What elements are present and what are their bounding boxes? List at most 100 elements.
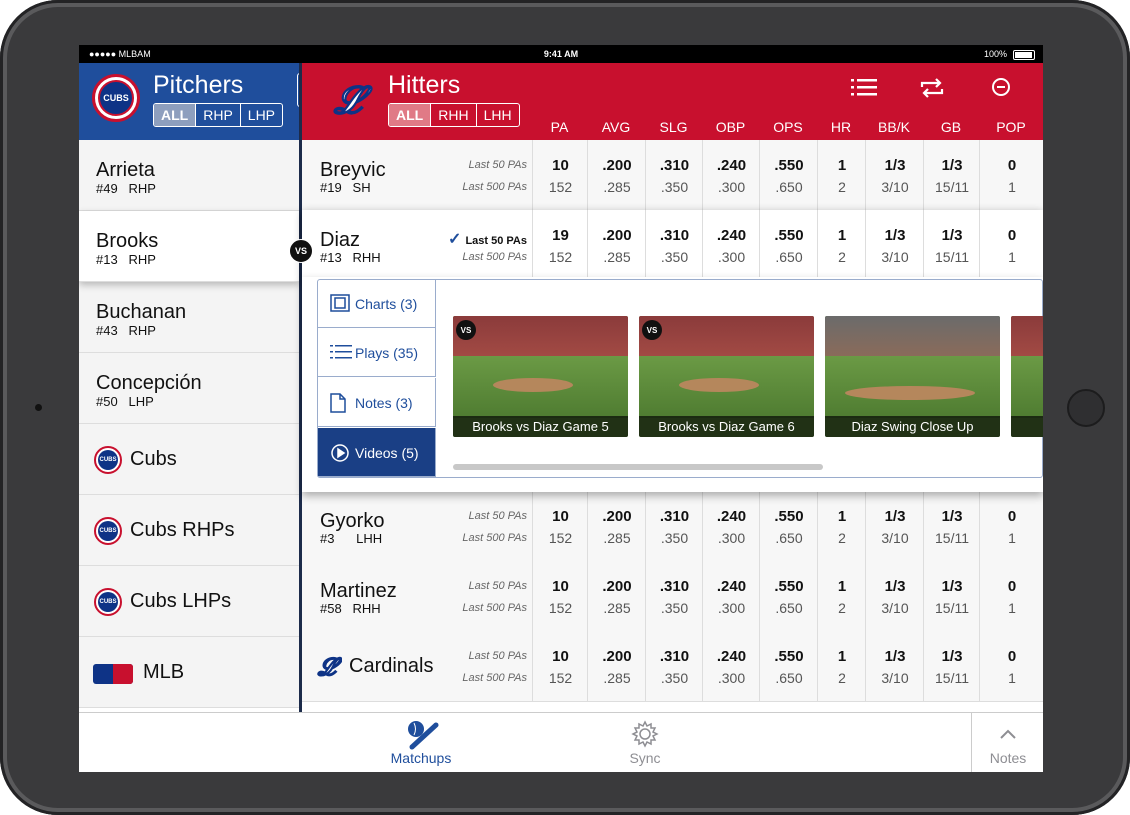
pitcher-filter-lhp[interactable]: LHP xyxy=(239,104,282,126)
video-title: Diaz Swing Close Up xyxy=(825,416,1000,437)
stat-secondary: 1 xyxy=(1008,249,1016,265)
pitcher-row[interactable]: Concepción #50 LHP xyxy=(79,353,299,424)
hitter-row[interactable]: Martinez #58 RHH Last 50 PAs Last 500 PAs 10… xyxy=(302,561,1043,632)
pitcher-info: #50 LHP xyxy=(96,394,154,409)
column-header[interactable]: OPS xyxy=(763,119,813,135)
column-header[interactable]: PA xyxy=(535,119,585,135)
video-thumbnail[interactable]: Diaz Swing Close Up xyxy=(825,316,1000,437)
hitter-filter-rhh[interactable]: RHH xyxy=(430,104,475,126)
stat-primary: 1 xyxy=(837,508,847,525)
stat-secondary: 3/10 xyxy=(881,600,909,616)
stat-secondary: 1 xyxy=(1008,530,1016,546)
tab-sync[interactable]: Sync xyxy=(615,713,675,772)
stat-secondary: 15/11 xyxy=(935,530,969,546)
pitcher-info: #13 RHP xyxy=(96,252,156,267)
minus-circle-icon[interactable] xyxy=(991,77,1021,101)
tab-matchups[interactable]: Matchups xyxy=(379,713,463,772)
column-header[interactable]: SLG xyxy=(649,119,699,135)
column-header[interactable]: OBP xyxy=(706,119,756,135)
charts-icon xyxy=(330,294,350,312)
cubs-logo: CUBS xyxy=(92,74,140,122)
gear-icon xyxy=(630,719,660,749)
hitter-row[interactable]: Breyvic #19 SH Last 50 PAs Last 500 PAs 10 15… xyxy=(302,140,1043,211)
range-primary[interactable]: ✓ Last 50 PAs xyxy=(448,229,527,249)
baseball-bat-icon xyxy=(406,719,439,750)
hitter-detail-panel: Charts (3) Plays (35) Notes (3) Videos (… xyxy=(302,277,1043,492)
stat-primary: 1/3 xyxy=(941,157,963,174)
column-header[interactable]: POP xyxy=(986,119,1036,135)
stat-primary: 1/3 xyxy=(941,227,963,244)
hitter-row[interactable]: Gyorko #3 LHH Last 50 PAs Last 500 PAs 10 152… xyxy=(302,491,1043,562)
stat-cell: 1/3 3/10 xyxy=(865,631,924,701)
tab-label: Sync xyxy=(629,750,661,766)
hitter-filter-all[interactable]: ALL xyxy=(389,104,431,126)
tab-plays[interactable]: Plays (35) xyxy=(318,328,436,377)
stat-cell: 12 xyxy=(817,140,866,210)
pitcher-info: #43 RHP xyxy=(96,323,156,338)
home-button[interactable] xyxy=(1067,389,1105,427)
tab-label: Videos (5) xyxy=(355,445,419,461)
hitter-row-selected[interactable]: Diaz #13 RHH ✓ Last 50 PAs Last 500 PAs 19 152… xyxy=(302,210,1043,281)
pitcher-row-selected[interactable]: Brooks #13 RHP xyxy=(79,211,299,282)
column-header[interactable]: BB/K xyxy=(869,119,919,135)
tab-charts[interactable]: Charts (3) xyxy=(318,279,436,328)
video-title xyxy=(1011,416,1043,437)
column-header[interactable]: AVG xyxy=(591,119,641,135)
hitter-info: #13 RHH xyxy=(320,250,381,265)
tab-videos[interactable]: Videos (5) xyxy=(318,428,436,477)
tab-notes[interactable]: Notes (3) xyxy=(318,378,436,427)
team-row-cubs-lhps[interactable]: CUBS Cubs LHPs xyxy=(79,566,299,637)
stat-cell: 01 xyxy=(979,140,1043,210)
stat-primary: .310 xyxy=(659,227,690,244)
stat-secondary: 2 xyxy=(838,179,846,195)
stat-primary: 1/3 xyxy=(884,508,906,525)
stat-primary: 10 xyxy=(552,508,569,525)
stat-secondary: .650 xyxy=(775,600,803,616)
stat-cell: .200 .285 xyxy=(587,140,646,210)
swap-icon[interactable] xyxy=(919,77,949,101)
list-icon[interactable] xyxy=(851,77,881,101)
stat-primary: .310 xyxy=(659,648,690,665)
cubs-icon: CUBS xyxy=(94,517,122,545)
stat-primary: .240 xyxy=(716,648,747,665)
stat-cell: 1/3 3/10 xyxy=(865,140,924,210)
stat-primary: 0 xyxy=(1007,648,1017,665)
stat-secondary: 152 xyxy=(548,249,573,265)
column-header[interactable]: GB xyxy=(926,119,976,135)
video-thumbnail[interactable]: VS Brooks vs Diaz Game 6 xyxy=(639,316,814,437)
hitter-row[interactable]: 𝓛 Cardinals Last 50 PAs Last 500 PAs 10 152.2… xyxy=(302,631,1043,702)
stat-primary: .240 xyxy=(716,508,747,525)
stat-primary: .550 xyxy=(774,157,804,174)
pitchers-header: CUBS Pitchers ALL RHP LHP xyxy=(79,63,301,140)
stat-secondary: 3/10 xyxy=(881,670,909,686)
stat-cell: .200 .285 xyxy=(587,210,646,280)
video-thumbnail[interactable] xyxy=(1011,316,1043,437)
stat-secondary: 152 xyxy=(548,600,573,616)
team-row-cubs[interactable]: CUBS Cubs xyxy=(79,424,299,495)
range-primary: Last 50 PAs xyxy=(468,510,528,522)
team-name: Cubs xyxy=(130,448,177,470)
column-header[interactable]: HR xyxy=(816,119,866,135)
pitcher-filter: ALL RHP LHP xyxy=(153,103,284,127)
video-thumbnail[interactable]: VS Brooks vs Diaz Game 5 xyxy=(453,316,628,437)
pitcher-filter-all[interactable]: ALL xyxy=(154,104,196,126)
stat-primary: 1 xyxy=(837,227,847,244)
stat-secondary: .350 xyxy=(660,600,689,616)
pitcher-row[interactable]: Arrieta #49 RHP xyxy=(79,140,299,211)
hitters-header: 𝓛 Hitters ALL RHH LHH PA AVG SLG OBP OPS HR BB… xyxy=(302,63,1043,140)
range-secondary: Last 500 PAs xyxy=(462,602,527,614)
team-row-cubs-rhps[interactable]: CUBS Cubs RHPs xyxy=(79,495,299,566)
stat-secondary: 2 xyxy=(838,249,846,265)
team-row-mlb[interactable]: MLB xyxy=(79,637,299,708)
hitter-filter-lhh[interactable]: LHH xyxy=(475,104,519,126)
battery-percent: 100% xyxy=(983,49,1007,59)
tab-notes-bottom[interactable]: Notes xyxy=(971,713,1043,772)
video-carousel[interactable]: VS Brooks vs Diaz Game 5 VS Brooks vs Di… xyxy=(452,316,1043,441)
stat-cell: .240 .300 xyxy=(702,140,760,210)
pitcher-filter-rhp[interactable]: RHP xyxy=(195,104,240,126)
stat-cell: 01 xyxy=(979,491,1043,561)
pitcher-row[interactable]: Buchanan #43 RHP xyxy=(79,282,299,353)
carousel-scrollbar[interactable] xyxy=(453,464,823,470)
stat-primary: .310 xyxy=(659,578,690,595)
stat-primary: .550 xyxy=(774,508,804,525)
